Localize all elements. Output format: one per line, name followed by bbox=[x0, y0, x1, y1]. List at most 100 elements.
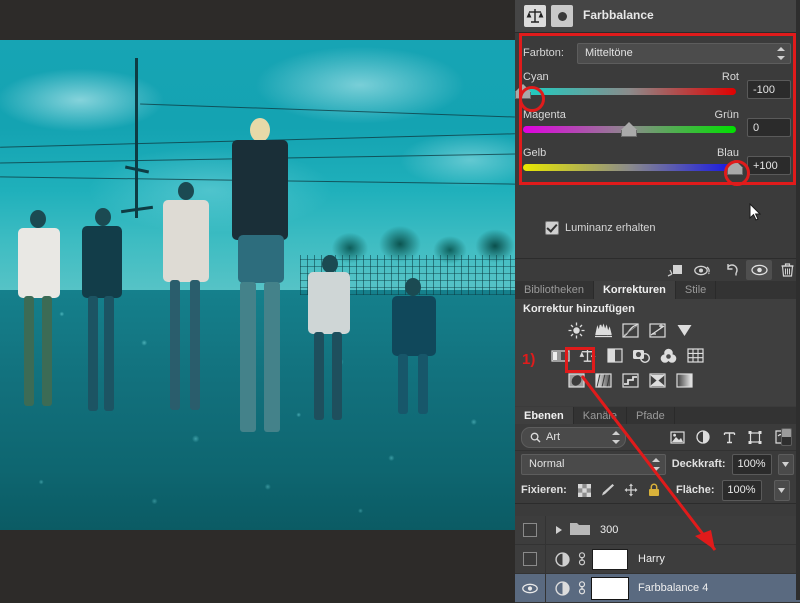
person-figure bbox=[322, 255, 338, 273]
properties-panel-toolbar bbox=[515, 258, 800, 281]
slider-right-label: Blau bbox=[716, 147, 739, 159]
person-figure bbox=[398, 354, 408, 414]
slider-right-label: Grün bbox=[714, 109, 739, 121]
panel-scrollbar[interactable] bbox=[796, 0, 800, 600]
tone-row: Farbton: Mitteltöne bbox=[523, 42, 791, 64]
opacity-value[interactable]: 100% bbox=[731, 453, 772, 475]
tab-ebenen[interactable]: Ebenen bbox=[515, 407, 574, 425]
canvas-area[interactable] bbox=[0, 0, 515, 600]
adjustments-heading: Korrektur hinzufügen bbox=[523, 303, 635, 315]
layer-visibility-toggle[interactable] bbox=[515, 545, 546, 573]
brightness-contrast-icon[interactable] bbox=[567, 322, 586, 339]
preserve-luminosity-row[interactable]: Luminanz erhalten bbox=[545, 221, 656, 235]
layer-mask-thumbnail[interactable] bbox=[592, 548, 628, 570]
lock-all-icon[interactable] bbox=[646, 481, 662, 499]
channel-mixer-icon[interactable] bbox=[659, 347, 678, 364]
black-white-icon[interactable] bbox=[605, 347, 624, 364]
tab-bibliotheken[interactable]: Bibliotheken bbox=[515, 281, 594, 299]
slider-value-cyan-red[interactable]: -100 bbox=[747, 80, 791, 99]
layer-filter-select[interactable]: Art bbox=[521, 426, 626, 448]
link-mask-icon[interactable] bbox=[576, 580, 588, 596]
person-figure bbox=[42, 296, 52, 406]
link-mask-icon[interactable] bbox=[576, 551, 588, 567]
person-figure bbox=[170, 280, 180, 410]
adjustment-row-3 bbox=[515, 368, 800, 393]
layer-name[interactable]: Farbbalance 4 bbox=[638, 582, 708, 594]
opacity-dropdown-icon[interactable] bbox=[777, 453, 794, 475]
adjustment-layer-icon bbox=[554, 551, 570, 567]
layer-mask-icon bbox=[551, 5, 573, 27]
fill-value[interactable]: 100% bbox=[721, 479, 762, 501]
exposure-icon[interactable] bbox=[648, 322, 667, 339]
layer-filter-row: Art bbox=[515, 424, 800, 451]
layer-name[interactable]: Harry bbox=[638, 553, 665, 565]
tab-kanaele[interactable]: Kanäle bbox=[573, 407, 627, 425]
tone-select[interactable]: Mitteltöne bbox=[577, 42, 791, 64]
table-row[interactable]: Harry bbox=[515, 545, 800, 574]
group-expand-arrow-icon[interactable] bbox=[556, 526, 562, 534]
search-icon bbox=[530, 432, 541, 442]
properties-panel-header: Farbbalance bbox=[515, 0, 800, 33]
table-row[interactable]: 300 bbox=[515, 516, 800, 545]
document-image[interactable] bbox=[0, 40, 515, 530]
levels-icon[interactable] bbox=[594, 322, 613, 339]
color-balance-controls: Farbton: Mitteltöne Cyan Rot -100 Magent… bbox=[515, 33, 800, 260]
layers-tabs: Ebenen Kanäle Pfade bbox=[515, 407, 800, 425]
invert-icon[interactable] bbox=[567, 372, 586, 389]
slider-value-magenta-green[interactable]: 0 bbox=[747, 118, 791, 137]
slider-thumb-magenta-green[interactable] bbox=[621, 122, 638, 137]
tab-stile[interactable]: Stile bbox=[675, 281, 717, 299]
person-figure-center bbox=[264, 282, 280, 432]
person-figure bbox=[190, 280, 200, 410]
reset-icon[interactable] bbox=[718, 260, 744, 280]
type-filter-icon[interactable] bbox=[716, 427, 742, 447]
selective-color-icon[interactable] bbox=[675, 372, 694, 389]
slider-track-yellow-blue[interactable] bbox=[523, 164, 736, 171]
threshold-icon[interactable] bbox=[621, 372, 640, 389]
fill-dropdown-icon[interactable] bbox=[773, 479, 790, 501]
layer-name[interactable]: 300 bbox=[600, 524, 618, 536]
person-figure bbox=[178, 182, 194, 200]
slider-cyan-red: Cyan Rot -100 bbox=[515, 71, 791, 109]
slider-track-cyan-red[interactable] bbox=[523, 88, 736, 95]
table-row[interactable]: Farbbalance 4 bbox=[515, 574, 800, 603]
person-figure bbox=[18, 228, 60, 298]
visibility-eye-icon[interactable] bbox=[746, 260, 772, 280]
blend-mode-select[interactable]: Normal bbox=[521, 453, 666, 475]
shape-filter-icon[interactable] bbox=[742, 427, 768, 447]
annotation-circle-cyan-thumb bbox=[519, 86, 545, 112]
layer-visibility-toggle[interactable] bbox=[515, 516, 546, 544]
tab-pfade[interactable]: Pfade bbox=[627, 407, 675, 425]
chevron-updown-icon bbox=[777, 46, 785, 60]
gradient-map-icon[interactable] bbox=[648, 372, 667, 389]
preview-toggle-icon[interactable] bbox=[690, 260, 716, 280]
adjustment-row-1 bbox=[515, 318, 800, 343]
layer-visibility-toggle[interactable] bbox=[515, 574, 546, 602]
lock-position-icon[interactable] bbox=[622, 481, 638, 499]
layer-mask-thumbnail[interactable] bbox=[591, 576, 629, 600]
adjustments-tabs: Bibliotheken Korrekturen Stile bbox=[515, 281, 800, 299]
vibrance-icon[interactable] bbox=[675, 322, 694, 339]
lock-transparency-icon[interactable] bbox=[576, 481, 592, 499]
slider-value-yellow-blue[interactable]: +100 bbox=[747, 156, 791, 175]
color-lookup-icon[interactable] bbox=[686, 347, 705, 364]
annotation-step-number: 1) bbox=[522, 351, 536, 368]
lock-row: Fixieren: Fläche: 100% bbox=[515, 477, 800, 504]
tone-select-value: Mitteltöne bbox=[585, 47, 633, 59]
adjustment-filter-icon[interactable] bbox=[690, 427, 716, 447]
lock-image-icon[interactable] bbox=[599, 481, 615, 499]
photo-filter-icon[interactable] bbox=[632, 347, 651, 364]
curves-icon[interactable] bbox=[621, 322, 640, 339]
clip-to-layer-icon[interactable] bbox=[662, 260, 688, 280]
posterize-icon[interactable] bbox=[594, 372, 613, 389]
person-figure-center bbox=[238, 235, 284, 283]
annotation-circle-blue-thumb bbox=[724, 160, 750, 186]
filter-enable-toggle[interactable] bbox=[781, 428, 792, 446]
slider-left-label: Cyan bbox=[523, 71, 549, 83]
slider-yellow-blue: Gelb Blau +100 bbox=[523, 147, 791, 185]
pixel-filter-icon[interactable] bbox=[664, 427, 690, 447]
blend-mode-value: Normal bbox=[529, 458, 565, 470]
preserve-luminosity-checkbox[interactable] bbox=[545, 221, 559, 235]
tab-korrekturen[interactable]: Korrekturen bbox=[593, 281, 676, 299]
person-figure bbox=[308, 272, 350, 334]
